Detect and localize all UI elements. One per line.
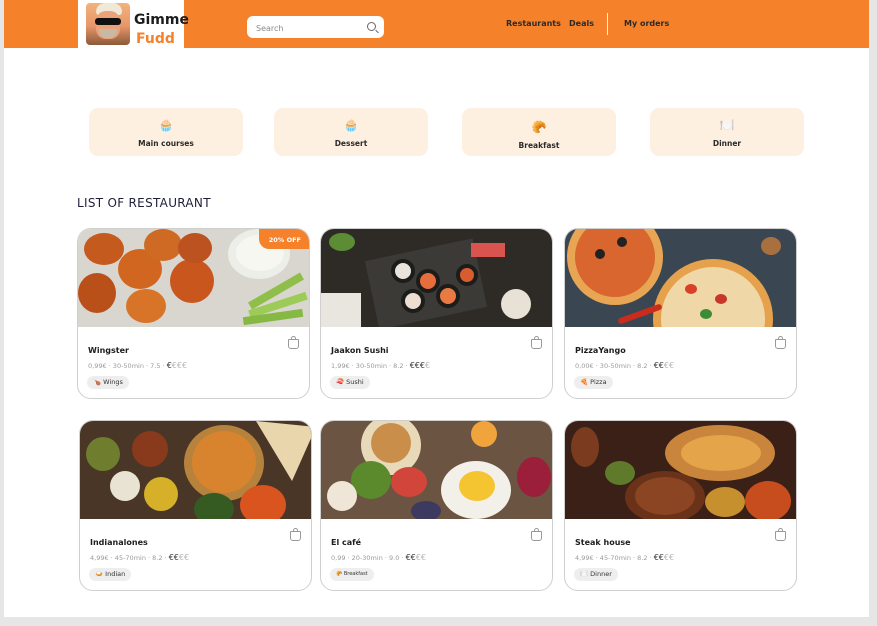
sushi-icon: 🍣 [336, 378, 345, 386]
cupcake-icon: 🧁 [343, 118, 359, 132]
wings-icon: 🍗 [93, 378, 102, 386]
tag-breakfast[interactable]: 🥐 Breakfast [330, 568, 374, 581]
meta-text: 4,99€ · 45-70min · 8.2 · [90, 554, 167, 562]
nav-deals[interactable]: Deals [569, 19, 594, 28]
restaurant-card-wingster[interactable]: 20% OFF Wingster 0,99€ · 30-50min · 7.5 … [77, 228, 310, 399]
price-level-dim: €€ [663, 553, 675, 562]
nav-my-orders[interactable]: My orders [624, 19, 669, 28]
curry-icon: 🍛 [95, 570, 104, 578]
restaurant-name: PizzaYango [575, 346, 626, 355]
tag-label: Pizza [590, 378, 607, 386]
category-main-courses[interactable]: 🧁 Main courses [89, 108, 243, 156]
plate-icon: 🍽️ [719, 118, 735, 132]
price-level: €€ [653, 553, 664, 562]
restaurant-name: Wingster [88, 346, 129, 355]
tag-label: Indian [105, 570, 126, 578]
restaurant-name: El café [331, 538, 362, 547]
restaurant-name: Indianalones [90, 538, 148, 547]
tag-label: Dinner [590, 570, 612, 578]
plate-icon: 🍽️ [580, 570, 589, 578]
tag-label: Sushi [346, 378, 364, 386]
category-label: Breakfast [518, 141, 560, 150]
section-title: LIST OF RESTAURANT [77, 196, 211, 210]
restaurant-card-indianalones[interactable]: Indianalones 4,99€ · 45-70min · 8.2 · €€… [79, 420, 312, 591]
cart-icon[interactable] [775, 336, 786, 349]
logo-line1: Gimme [134, 12, 189, 28]
page: Gimme Fudd Restaurants Deals My orders 🧁… [4, 0, 869, 617]
pizza-icon: 🍕 [580, 378, 589, 386]
cupcake-icon: 🧁 [158, 118, 174, 132]
category-breakfast[interactable]: 🥐 Breakfast [462, 108, 616, 156]
restaurant-meta: 0,99 · 20-30min · 9.0 · €€€€ [331, 553, 426, 562]
meta-text: 0,99 · 20-30min · 9.0 · [331, 554, 404, 562]
logo-line2: Fudd [136, 31, 175, 47]
price-level-dim: €€€ [171, 361, 188, 370]
restaurant-card-pizzayango[interactable]: PizzaYango 0,00€ · 30-50min · 8.2 · €€€€… [564, 228, 797, 399]
nav-restaurants[interactable]: Restaurants [506, 19, 561, 28]
cart-icon[interactable] [775, 528, 786, 541]
category-dinner[interactable]: 🍽️ Dinner [650, 108, 804, 156]
price-level-dim: € [424, 361, 431, 370]
price-level: €€ [405, 553, 416, 562]
restaurant-meta: 0,99€ · 30-50min · 7.5 · €€€€ [88, 361, 187, 370]
meta-text: 1,99€ · 30-50min · 8.2 · [331, 362, 408, 370]
croissant-icon: 🥐 [336, 571, 343, 577]
restaurant-meta: 0,00€ · 30-50min · 8.2 · €€€€ [575, 361, 674, 370]
search-box [247, 16, 384, 38]
restaurant-image [321, 229, 552, 327]
price-level-dim: €€ [178, 553, 190, 562]
restaurant-meta: 4,99€ · 45-70min · 8.2 · €€€€ [90, 553, 189, 562]
price-level: €€ [168, 553, 179, 562]
tag-label: Wings [103, 378, 123, 386]
tag-label: Breakfast [343, 571, 368, 577]
tag-pizza[interactable]: 🍕 Pizza [574, 376, 613, 389]
header: Gimme Fudd Restaurants Deals My orders [4, 0, 869, 48]
cart-icon[interactable] [531, 528, 542, 541]
cart-icon[interactable] [288, 336, 299, 349]
avatar [86, 3, 130, 45]
logo[interactable]: Gimme Fudd [78, 0, 189, 48]
category-label: Dessert [334, 139, 368, 148]
price-level-dim: €€ [415, 553, 426, 562]
restaurant-meta: 4,99€ · 45-70min · 8.2 · €€€€ [575, 553, 674, 562]
tag-dinner[interactable]: 🍽️ Dinner [574, 568, 618, 581]
category-label: Dinner [712, 139, 742, 148]
tag-sushi[interactable]: 🍣 Sushi [330, 376, 370, 389]
tag-wings[interactable]: 🍗 Wings [87, 376, 129, 389]
meta-text: 4,99€ · 45-70min · 8.2 · [575, 554, 652, 562]
tag-indian[interactable]: 🍛 Indian [89, 568, 132, 581]
restaurant-image [321, 421, 552, 519]
restaurant-card-steak-house[interactable]: Steak house 4,99€ · 45-70min · 8.2 · €€€… [564, 420, 797, 591]
restaurant-name: Steak house [575, 538, 631, 547]
restaurant-meta: 1,99€ · 30-50min · 8.2 · €€€€ [331, 361, 430, 370]
croissant-icon: 🥐 [531, 120, 547, 134]
meta-text: 0,00€ · 30-50min · 8.2 · [575, 362, 652, 370]
price-level: €€€ [409, 361, 425, 370]
price-level: €€ [653, 361, 664, 370]
category-label: Main courses [138, 139, 194, 148]
restaurant-image [565, 229, 796, 327]
discount-badge: 20% OFF [258, 229, 309, 249]
restaurant-card-jaakon-sushi[interactable]: Jaakon Sushi 1,99€ · 30-50min · 8.2 · €€… [320, 228, 553, 399]
category-dessert[interactable]: 🧁 Dessert [274, 108, 428, 156]
search-input[interactable] [254, 20, 358, 36]
restaurant-name: Jaakon Sushi [331, 346, 389, 355]
restaurant-image [565, 421, 796, 519]
cart-icon[interactable] [290, 528, 301, 541]
search-icon[interactable] [367, 22, 376, 31]
restaurant-image [80, 421, 311, 519]
cart-icon[interactable] [531, 336, 542, 349]
price-level-dim: €€ [663, 361, 675, 370]
meta-text: 0,99€ · 30-50min · 7.5 · [88, 362, 165, 370]
restaurant-card-el-cafe[interactable]: El café 0,99 · 20-30min · 9.0 · €€€€ 🥐 B… [320, 420, 553, 591]
nav-divider [607, 13, 608, 35]
